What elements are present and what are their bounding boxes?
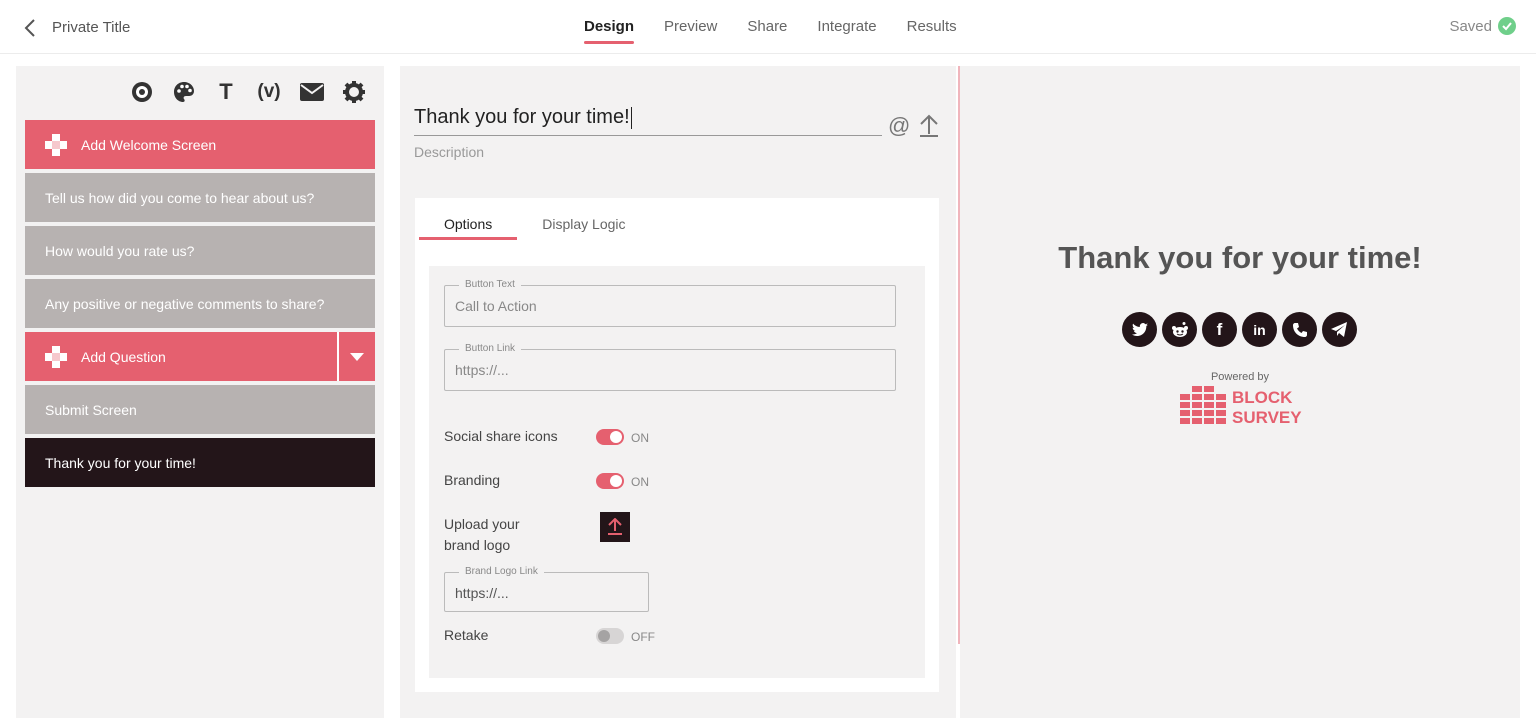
question-label: How would you rate us? <box>45 242 195 259</box>
caret-down-icon <box>350 352 364 361</box>
toggle-knob <box>610 475 622 487</box>
question-item[interactable]: How would you rate us? <box>25 226 375 275</box>
submit-screen-label: Submit Screen <box>45 401 137 418</box>
options-tabs: Options Display Logic <box>419 198 651 240</box>
brand-logo-link-label: Brand Logo Link <box>459 566 544 577</box>
description-input[interactable]: Description <box>414 144 484 160</box>
toggle-knob <box>610 431 622 443</box>
upload-logo-label-line1: Upload your <box>444 516 520 532</box>
social-share-toggle[interactable] <box>596 429 624 445</box>
social-share-icons: f in <box>1122 312 1357 347</box>
button-link-field[interactable]: Button Link https://... <box>444 343 896 391</box>
mention-icon[interactable]: @ <box>888 113 910 139</box>
question-list: Add Welcome Screen Tell us how did you c… <box>25 120 375 491</box>
question-label: Any positive or negative comments to sha… <box>45 295 325 312</box>
upload-icon <box>608 518 622 535</box>
brand-line-1: BLOCK <box>1232 388 1293 407</box>
linkedin-icon[interactable]: in <box>1242 312 1277 347</box>
preview-title: Thank you for your time! <box>1058 240 1422 275</box>
options-card: Options Display Logic Button Text Call t… <box>415 198 939 692</box>
tab-share[interactable]: Share <box>747 0 787 54</box>
powered-by-label: Powered by <box>1210 371 1270 383</box>
add-question-label: Add Question <box>81 348 166 365</box>
variable-icon[interactable]: (v) <box>254 78 284 106</box>
tab-integrate[interactable]: Integrate <box>817 0 876 54</box>
thank-you-label: Thank you for your time! <box>45 454 196 471</box>
retake-state: OFF <box>631 630 655 644</box>
phone-icon[interactable] <box>1282 312 1317 347</box>
plus-icon <box>45 133 67 156</box>
question-item[interactable]: Any positive or negative comments to sha… <box>25 279 375 328</box>
blocksurvey-logo-icon <box>1180 386 1226 424</box>
text-icon[interactable]: T <box>212 78 240 106</box>
brand-logo-link-field[interactable]: Brand Logo Link https://... <box>444 566 649 612</box>
retake-label: Retake <box>444 627 489 643</box>
question-label: Tell us how did you come to hear about u… <box>45 189 315 206</box>
thank-you-title-input[interactable]: Thank you for your time! <box>414 104 882 136</box>
question-type-dropdown[interactable] <box>337 332 375 381</box>
design-toolbar: T (v) <box>128 78 368 106</box>
button-link-label: Button Link <box>459 343 522 354</box>
question-item[interactable]: Tell us how did you come to hear about u… <box>25 173 375 222</box>
question-panel: T (v) Add Welcome Screen Tell us how did… <box>16 66 384 718</box>
social-share-label: Social share icons <box>444 428 558 444</box>
telegram-icon[interactable] <box>1322 312 1357 347</box>
variable-glyph: (v) <box>257 81 281 102</box>
tab-display-logic[interactable]: Display Logic <box>517 198 650 240</box>
social-share-state: ON <box>631 431 649 445</box>
upload-logo-button[interactable] <box>600 512 630 542</box>
linkedin-glyph: in <box>1253 321 1266 338</box>
branding-state: ON <box>631 475 649 489</box>
add-welcome-label: Add Welcome Screen <box>81 136 217 153</box>
tab-preview[interactable]: Preview <box>664 0 717 54</box>
button-link-value: https://... <box>455 362 509 378</box>
facebook-icon[interactable]: f <box>1202 312 1237 347</box>
blocksurvey-wordmark: BLOCK SURVEY <box>1232 388 1302 428</box>
button-text-value: Call to Action <box>455 298 537 314</box>
main-tabs: Design Preview Share Integrate Results <box>584 0 987 54</box>
button-text-label: Button Text <box>459 279 521 290</box>
twitter-icon[interactable] <box>1122 312 1157 347</box>
tab-design[interactable]: Design <box>584 0 635 54</box>
plus-icon <box>45 345 67 368</box>
submit-screen-item[interactable]: Submit Screen <box>25 385 375 434</box>
text-glyph: T <box>219 79 233 104</box>
add-welcome-screen-button[interactable]: Add Welcome Screen <box>25 120 375 169</box>
mail-icon[interactable] <box>298 78 326 106</box>
facebook-glyph: f <box>1216 319 1223 339</box>
form-title[interactable]: Private Title <box>52 19 130 36</box>
button-text-field[interactable]: Button Text Call to Action <box>444 279 896 327</box>
upload-logo-label-line2: brand logo <box>444 537 511 553</box>
options-form: Button Text Call to Action Button Link h… <box>429 266 925 678</box>
preview-panel: Thank you for your time! f in Powered by <box>960 66 1520 718</box>
add-question-button[interactable]: Add Question <box>25 332 375 381</box>
reddit-icon[interactable] <box>1162 312 1197 347</box>
thank-you-screen-item[interactable]: Thank you for your time! <box>25 438 375 487</box>
target-icon[interactable] <box>128 78 156 106</box>
editor-panel: Thank you for your time! @ Description O… <box>400 66 956 718</box>
branding-label: Branding <box>444 472 501 488</box>
top-bar: Private Title Design Preview Share Integ… <box>0 0 1536 54</box>
palette-icon[interactable] <box>170 78 198 106</box>
saved-label: Saved <box>1449 17 1492 35</box>
saved-status: Saved <box>1449 17 1516 35</box>
at-glyph: @ <box>888 113 911 138</box>
toggle-knob <box>598 630 610 642</box>
gear-icon[interactable] <box>340 78 368 106</box>
upload-icon[interactable] <box>918 114 940 138</box>
title-value: Thank you for your time! <box>414 106 630 128</box>
back-arrow-icon[interactable] <box>18 14 42 42</box>
tab-results[interactable]: Results <box>907 0 957 54</box>
tab-options[interactable]: Options <box>419 198 518 240</box>
retake-toggle[interactable] <box>596 628 624 644</box>
blocksurvey-logo[interactable]: BLOCK SURVEY <box>1180 386 1302 430</box>
branding-toggle[interactable] <box>596 473 624 489</box>
brand-logo-link-value: https://... <box>455 585 509 601</box>
check-circle-icon <box>1498 17 1516 35</box>
brand-line-2: SURVEY <box>1232 408 1302 427</box>
